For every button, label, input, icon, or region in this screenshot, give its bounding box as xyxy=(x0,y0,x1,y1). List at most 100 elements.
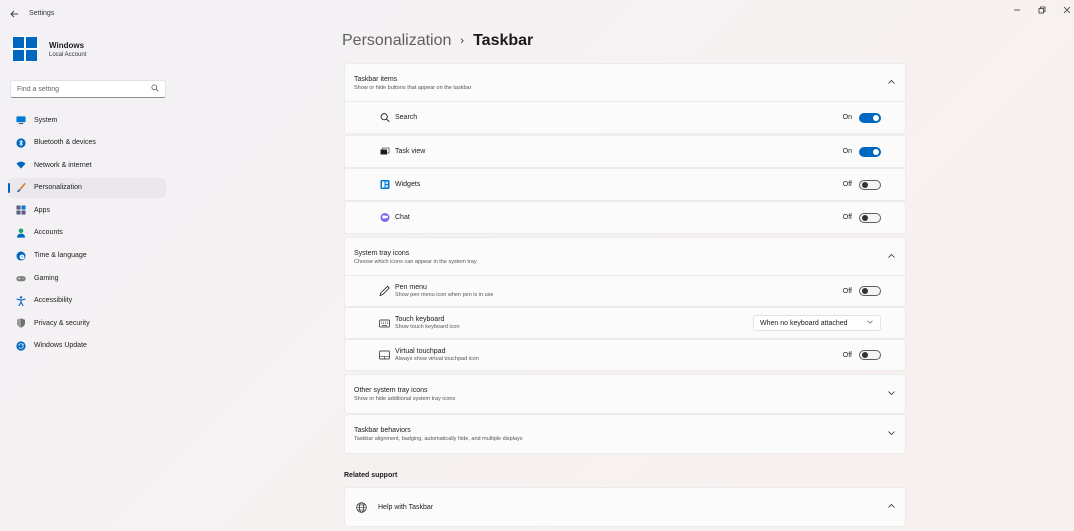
monitor-icon xyxy=(16,115,26,125)
task-view-icon xyxy=(379,146,390,157)
section-title: System tray icons xyxy=(354,249,410,257)
sidebar-item-system[interactable]: System xyxy=(8,110,166,130)
chevron-up-icon[interactable] xyxy=(888,503,895,511)
taskbar-item-task-view: Task view On xyxy=(344,135,906,168)
tray-item-virtual-touchpad: Virtual touchpad Always show virtual tou… xyxy=(344,339,906,371)
help-label: Help with Taskbar xyxy=(378,503,434,511)
sidebar-item-apps[interactable]: Apps xyxy=(8,200,166,220)
toggle-state-label: Off xyxy=(842,181,852,188)
task-view-toggle[interactable] xyxy=(859,146,881,157)
sidebar-item-bluetooth[interactable]: Bluetooth & devices xyxy=(8,133,166,153)
title-bar: Settings xyxy=(0,0,1074,28)
touchpad-icon xyxy=(379,350,390,361)
gamepad-icon xyxy=(16,273,26,283)
toggle-state-label: On xyxy=(842,148,852,155)
sidebar-item-label: Network & internet xyxy=(34,161,92,169)
pen-menu-toggle[interactable] xyxy=(859,286,881,296)
chevron-down-icon[interactable] xyxy=(888,391,895,398)
row-description: Always show virtual touchpad icon xyxy=(395,356,479,362)
sidebar-item-time-language[interactable]: Time & language xyxy=(8,246,166,266)
sidebar-item-label: Time & language xyxy=(34,252,87,260)
related-support-title: Related support xyxy=(344,472,398,479)
toggle-state-label: Off xyxy=(842,214,852,221)
shield-icon xyxy=(16,318,26,328)
minimize-button[interactable] xyxy=(1009,4,1025,16)
taskbar-behaviors-header[interactable]: Taskbar behaviors Taskbar alignment, bad… xyxy=(344,414,906,454)
row-label: Pen menu xyxy=(395,284,427,291)
page-title: Taskbar xyxy=(473,32,534,49)
section-description: Taskbar alignment, badging, automaticall… xyxy=(354,435,523,442)
restore-button[interactable] xyxy=(1034,4,1050,16)
pen-icon xyxy=(379,285,390,297)
sidebar-item-label: Privacy & security xyxy=(34,319,90,327)
section-title: Taskbar items xyxy=(354,75,398,83)
chevron-down-icon xyxy=(867,320,873,326)
sidebar-item-gaming[interactable]: Gaming xyxy=(8,268,166,288)
sidebar-item-label: Bluetooth & devices xyxy=(34,139,96,147)
toggle-state-label: On xyxy=(842,114,852,121)
widgets-icon xyxy=(379,179,390,190)
apps-icon xyxy=(16,205,26,215)
row-label: Virtual touchpad xyxy=(395,348,446,355)
close-icon xyxy=(1063,6,1071,14)
accessibility-icon xyxy=(16,295,26,306)
search-input[interactable] xyxy=(17,85,151,93)
app-title: Settings xyxy=(29,10,55,17)
close-button[interactable] xyxy=(1059,4,1074,16)
breadcrumb: Personalization › Taskbar xyxy=(342,32,533,50)
breadcrumb-separator: › xyxy=(460,35,465,47)
help-with-taskbar-header[interactable]: Help with Taskbar xyxy=(344,487,906,527)
section-description: Show or hide additional system tray icon… xyxy=(354,395,456,402)
chevron-down-icon[interactable] xyxy=(888,431,895,438)
restore-icon xyxy=(1038,6,1046,14)
bluetooth-icon xyxy=(16,137,26,148)
row-label: Task view xyxy=(395,148,426,155)
back-button[interactable] xyxy=(8,8,20,20)
chat-icon xyxy=(379,212,390,223)
search-box[interactable] xyxy=(10,80,166,98)
search-icon[interactable] xyxy=(151,84,159,94)
row-label: Search xyxy=(395,114,418,121)
dropdown-value: When no keyboard attached xyxy=(760,319,848,327)
globe-clock-icon xyxy=(16,251,26,261)
section-title: Taskbar behaviors xyxy=(354,426,411,434)
sidebar-item-label: Personalization xyxy=(34,184,82,192)
breadcrumb-parent[interactable]: Personalization xyxy=(342,32,451,50)
update-icon xyxy=(16,341,26,351)
sidebar-item-label: Accessibility xyxy=(34,297,73,305)
row-label: Widgets xyxy=(395,181,421,188)
system-tray-header[interactable]: System tray icons Choose which icons can… xyxy=(344,237,906,277)
person-icon xyxy=(16,228,26,238)
sidebar-item-accessibility[interactable]: Accessibility xyxy=(8,291,166,311)
virtual-touchpad-toggle[interactable] xyxy=(859,350,881,360)
row-description: Show pen menu icon when pen is in use xyxy=(395,292,494,298)
row-description: Show touch keyboard icon xyxy=(395,324,460,330)
sidebar-item-label: Gaming xyxy=(34,274,59,282)
sidebar-item-accounts[interactable]: Accounts xyxy=(8,223,166,243)
sidebar-item-label: Apps xyxy=(34,206,50,214)
taskbar-item-widgets: Widgets Off xyxy=(344,168,906,201)
chevron-up-icon[interactable] xyxy=(888,253,895,261)
section-title: Other system tray icons xyxy=(354,386,428,394)
sidebar-item-network[interactable]: Network & internet xyxy=(8,155,166,175)
chevron-up-icon[interactable] xyxy=(888,79,895,87)
sidebar-item-windows-update[interactable]: Windows Update xyxy=(8,336,166,356)
toggle-state-label: Off xyxy=(842,287,852,295)
widgets-toggle[interactable] xyxy=(859,179,881,190)
touch-keyboard-dropdown[interactable]: When no keyboard attached xyxy=(753,315,881,331)
sidebar-item-label: Windows Update xyxy=(34,342,87,350)
taskbar-item-search: Search On xyxy=(344,101,906,134)
taskbar-items-header[interactable]: Taskbar items Show or hide buttons that … xyxy=(344,63,906,103)
sidebar-item-personalization[interactable]: Personalization xyxy=(8,177,166,198)
tray-item-pen-menu: Pen menu Show pen menu icon when pen is … xyxy=(344,275,906,307)
chat-toggle[interactable] xyxy=(859,212,881,223)
wifi-icon xyxy=(16,160,26,170)
keyboard-icon xyxy=(379,318,390,329)
sidebar-item-privacy[interactable]: Privacy & security xyxy=(8,313,166,333)
brush-icon xyxy=(16,182,26,193)
minimize-icon xyxy=(1014,9,1020,11)
account-type: Local Account xyxy=(49,51,87,58)
account-panel[interactable]: Windows Local Account xyxy=(11,35,86,63)
other-tray-icons-header[interactable]: Other system tray icons Show or hide add… xyxy=(344,374,906,414)
search-toggle[interactable] xyxy=(859,112,881,123)
